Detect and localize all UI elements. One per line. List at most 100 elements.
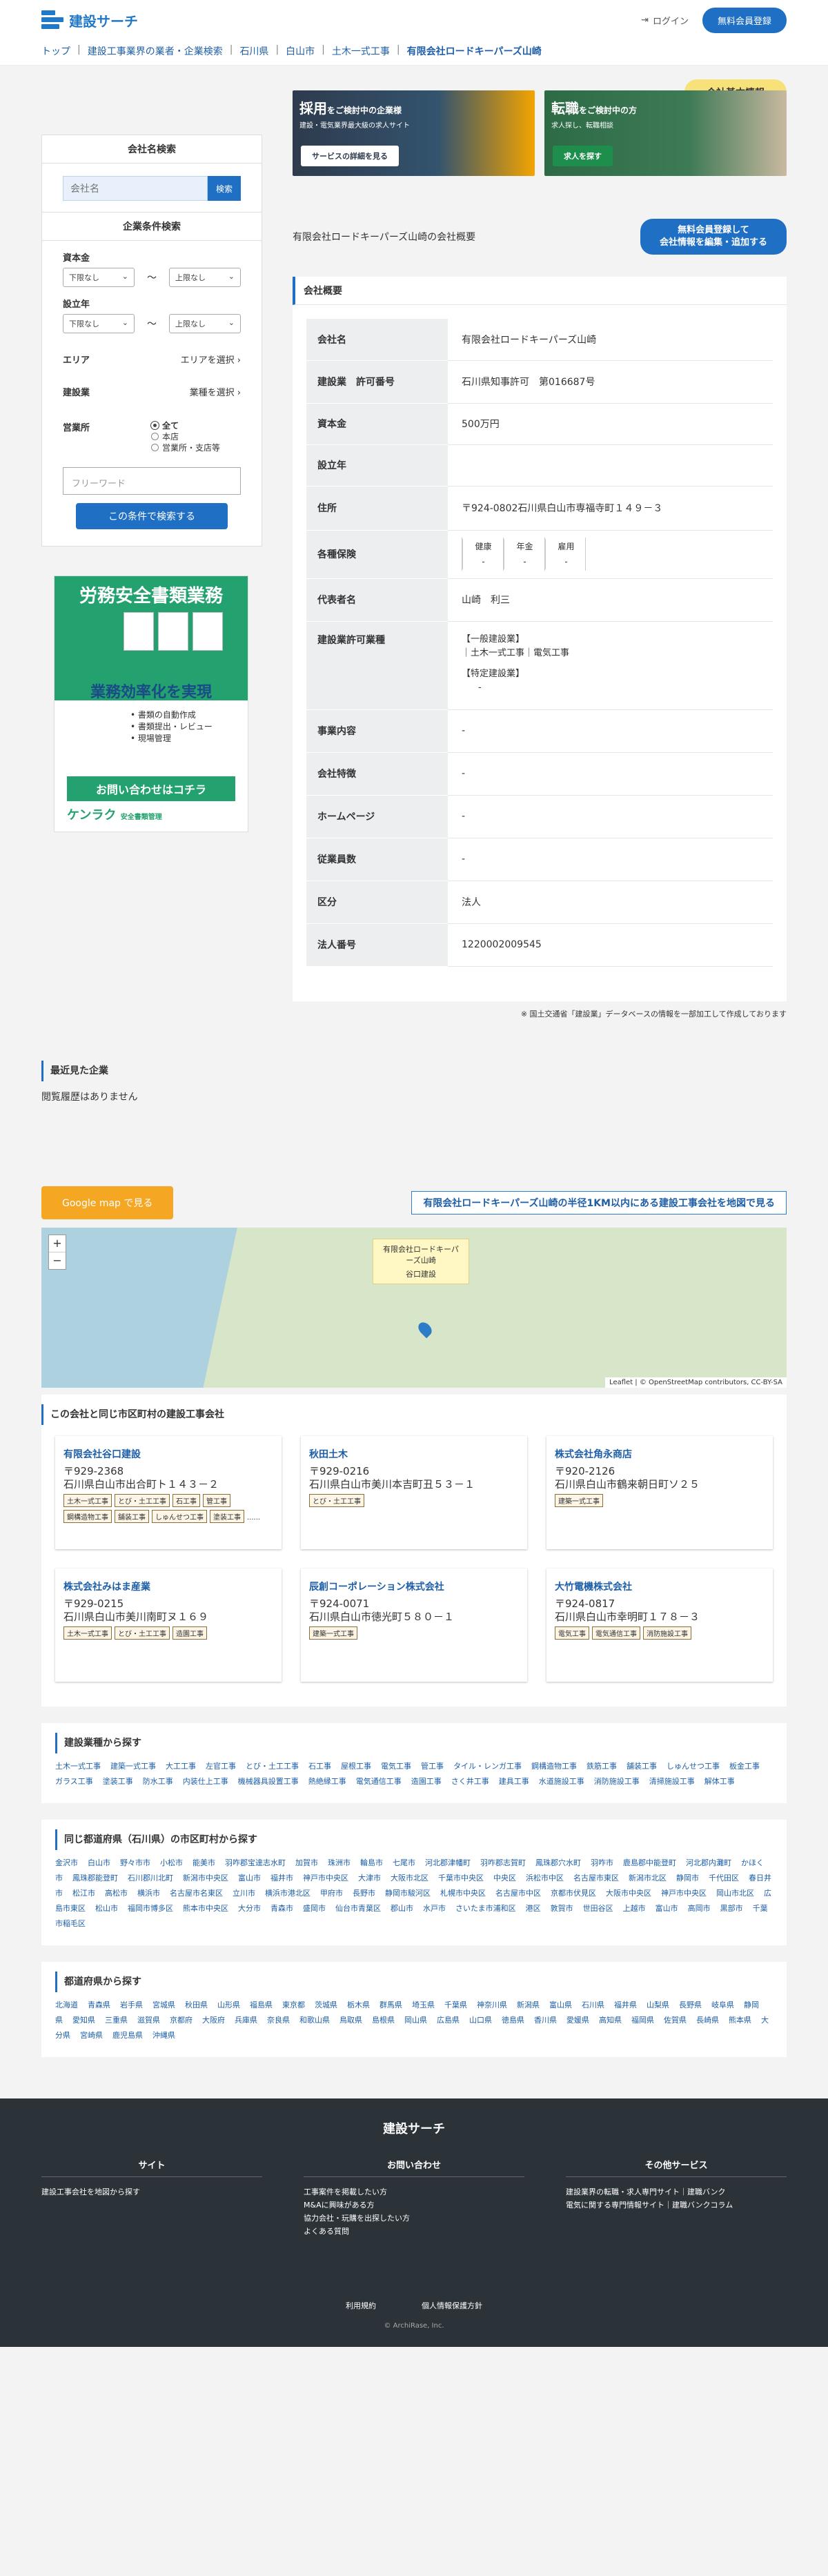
recruit-banner[interactable]: 採用をご検討中の企業様 建設・電気業界最大級の求人サイト サービスの詳細を見る [293,90,535,176]
nav-link[interactable]: 埼玉県 [412,2000,435,2009]
site-logo[interactable]: 建設サーチ [41,9,138,31]
nav-link[interactable]: 大阪市中央区 [606,1889,651,1898]
nav-link[interactable]: 香川県 [534,2016,557,2025]
nav-link[interactable]: 建築一式工事 [110,1762,156,1771]
nav-link[interactable]: 新潟市中央区 [183,1874,228,1882]
nav-link[interactable]: 熱絶縁工事 [308,1777,346,1786]
founded-max-select[interactable]: 上限なし ⌄ [169,314,241,333]
nav-link[interactable]: 福岡市博多区 [128,1904,173,1913]
nav-link[interactable]: 岐阜県 [711,2000,734,2009]
nav-link[interactable]: 三重県 [105,2016,128,2025]
nav-link[interactable]: 高松市 [105,1889,128,1898]
footer-link[interactable]: 協力会社・玩購を出探したい方 [304,2212,524,2225]
nav-link[interactable]: 兵庫県 [235,2016,257,2025]
nav-link[interactable]: 管工事 [421,1762,444,1771]
search-button[interactable]: 検索 [208,176,241,201]
nav-link[interactable]: 立川市 [233,1889,255,1898]
nav-link[interactable]: 石川郡川北町 [128,1874,173,1882]
footer-link[interactable]: 建設業界の転職・求人専門サイト｜建職バンク [566,2185,787,2199]
nav-link[interactable]: 塗装工事 [103,1777,133,1786]
nav-link[interactable]: 神奈川県 [477,2000,507,2009]
nav-link[interactable]: さく井工事 [451,1777,489,1786]
breadcrumb-top[interactable]: トップ [41,44,70,58]
nav-link[interactable]: 名古屋市名東区 [170,1889,223,1898]
nav-link[interactable]: 珠洲市 [328,1858,351,1867]
nav-link[interactable]: 山形県 [217,2000,240,2009]
nav-link[interactable]: 電気工事 [381,1762,411,1771]
nav-link[interactable]: 宮城県 [152,2000,175,2009]
nav-link[interactable]: 羽咋郡宝達志水町 [225,1858,286,1867]
nav-link[interactable]: 岩手県 [120,2000,143,2009]
capital-min-select[interactable]: 下限なし ⌄ [63,268,135,287]
nav-link[interactable]: 金沢市 [55,1858,78,1867]
footer-link[interactable]: 建設工事会社を地図から探す [41,2185,262,2199]
nav-link[interactable]: 小松市 [160,1858,183,1867]
kenraku-ad[interactable]: 労務安全書類業務 業務効率化を実現 • 書類の自動作成 • 書類提出・レビュー … [54,576,248,832]
nav-link[interactable]: 北海道 [55,2000,78,2009]
nav-link[interactable]: 鋼構造物工事 [531,1762,577,1771]
nav-link[interactable]: 福岡県 [631,2016,654,2025]
nav-link[interactable]: 上越市 [623,1904,646,1913]
nav-link[interactable]: 福井県 [614,2000,637,2009]
nav-link[interactable]: 神戸市中央区 [303,1874,348,1882]
nav-link[interactable]: 清掃施設工事 [649,1777,695,1786]
company-name-input[interactable] [63,176,208,201]
map[interactable]: + − 有限会社ロードキーパーズ山崎 谷口建設 Leaflet | © OpenSt… [41,1227,787,1388]
breadcrumb-city[interactable]: 白山市 [286,44,315,58]
nav-link[interactable]: 高岡市 [688,1904,711,1913]
breadcrumb-industry[interactable]: 土木一式工事 [332,44,390,58]
cond-search-button[interactable]: この条件で検索する [76,503,228,529]
privacy-link[interactable]: 個人情報保護方針 [422,2301,482,2310]
nav-link[interactable]: 甲府市 [320,1889,343,1898]
nav-link[interactable]: 横浜市港北区 [265,1889,310,1898]
nav-link[interactable]: 札幌市中央区 [440,1889,486,1898]
nav-link[interactable]: 石川県 [582,2000,604,2009]
nav-link[interactable]: 水戸市 [423,1904,446,1913]
nav-link[interactable]: 千葉市中央区 [438,1874,484,1882]
nav-link[interactable]: 岡山県 [404,2016,427,2025]
company-card[interactable]: 大竹電機株式会社 〒924-0817 石川県白山市幸明町１７８－３ 電気工事 電気通信… [546,1568,773,1682]
nav-link[interactable]: 秋田県 [185,2000,208,2009]
nav-link[interactable]: 茨城県 [315,2000,337,2009]
nav-link[interactable]: 青森市 [270,1904,293,1913]
nav-link[interactable]: 羽咋市 [591,1858,613,1867]
nav-link[interactable]: 熊本県 [729,2016,751,2025]
map-pin-icon[interactable] [415,1319,435,1338]
industry-row[interactable]: 建設業 業種を選択 › [42,366,262,398]
terms-link[interactable]: 利用規約 [346,2301,376,2310]
nav-link[interactable]: 沖縄県 [152,2031,175,2040]
nav-link[interactable]: 世田谷区 [583,1904,613,1913]
nav-link[interactable]: 京都市伏見区 [551,1889,596,1898]
login-link[interactable]: ⇥ ログイン [641,14,689,27]
nav-link[interactable]: 機械器具設置工事 [238,1777,299,1786]
nav-link[interactable]: 建具工事 [499,1777,529,1786]
nav-link[interactable]: 名古屋市東区 [573,1874,619,1882]
nav-link[interactable]: しゅんせつ工事 [667,1762,720,1771]
office-radio-head[interactable]: 本店 [151,431,241,442]
nav-link[interactable]: 羽咋郡志賀町 [480,1858,526,1867]
nav-link[interactable]: 群馬県 [379,2000,402,2009]
nav-link[interactable]: 消防施設工事 [594,1777,640,1786]
nav-link[interactable]: 福島県 [250,2000,273,2009]
nav-link[interactable]: 滋賀県 [137,2016,160,2025]
nav-link[interactable]: 舗装工事 [627,1762,657,1771]
nav-link[interactable]: 仙台市青葉区 [335,1904,381,1913]
nav-link[interactable]: 鳥取県 [339,2016,362,2025]
nav-link[interactable]: 黒部市 [720,1904,743,1913]
map-zoom[interactable]: + − [48,1234,66,1270]
nav-link[interactable]: 千代田区 [709,1874,739,1882]
nav-link[interactable]: 大阪府 [202,2016,225,2025]
nav-link[interactable]: 島根県 [372,2016,395,2025]
nav-link[interactable]: 能美市 [193,1858,215,1867]
footer-link[interactable]: 工事案件を掲載したい方 [304,2185,524,2199]
nav-link[interactable]: 加賀市 [295,1858,318,1867]
nav-link[interactable]: 栃木県 [347,2000,370,2009]
recruit-banner-button[interactable]: サービスの詳細を見る [301,146,399,166]
company-card[interactable]: 辰創コーポレーション株式会社 〒924-0071 石川県白山市徳光町５８０－１ 建築… [301,1568,527,1682]
area-row[interactable]: エリア エリアを選択 › [42,339,262,366]
nav-link[interactable]: 富山市 [238,1874,261,1882]
nav-link[interactable]: 鉄筋工事 [586,1762,617,1771]
nav-link[interactable]: 石工事 [308,1762,331,1771]
nav-link[interactable]: 中央区 [493,1874,516,1882]
nav-link[interactable]: 大分市 [238,1904,261,1913]
